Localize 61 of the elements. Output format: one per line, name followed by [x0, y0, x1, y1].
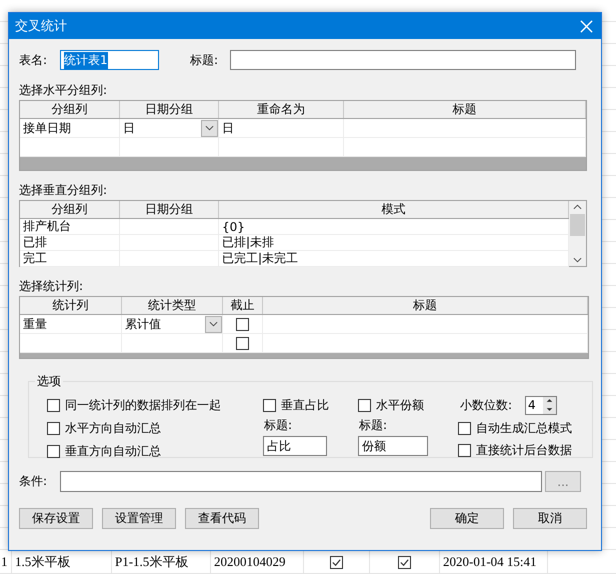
column-header: 分组列 [20, 101, 120, 118]
section-label: 选择统计列: [19, 279, 84, 293]
checkbox-option[interactable]: 水平方向自动汇总 [47, 420, 263, 437]
window-title: 交叉统计 [15, 18, 67, 35]
checkbox-option[interactable]: 垂直方向自动汇总 [47, 443, 263, 460]
selected-text: 统计表1 [64, 52, 108, 68]
title-field[interactable] [230, 50, 576, 70]
dialog-button[interactable]: 查看代码 [185, 508, 259, 529]
field-label: 标题: [190, 52, 220, 68]
checkbox[interactable] [236, 336, 249, 350]
checkbox-option[interactable]: 同一统计列的数据排列在一起 [47, 397, 263, 414]
scroll-up-icon[interactable] [573, 204, 582, 210]
checkbox[interactable] [236, 318, 249, 330]
dropdown-button[interactable] [205, 316, 222, 332]
dialog-button[interactable]: 设置管理 [102, 508, 176, 529]
table-cell: 接单日期 [20, 119, 120, 137]
chevron-down-icon [205, 125, 214, 131]
table-cell: 已排 [20, 235, 120, 250]
dialog-button[interactable]: 保存设置 [19, 508, 93, 529]
checkbox-option[interactable]: 直接统计后台数据 [458, 442, 572, 459]
chevron-down-icon [209, 321, 218, 327]
dialog-button[interactable]: 取消 [513, 508, 587, 529]
section-label: 选择垂直分组列: [19, 183, 108, 197]
scroll-thumb[interactable] [570, 214, 585, 236]
column-header: 分组列 [20, 201, 120, 218]
spin-box[interactable]: 4 [525, 396, 558, 414]
checkbox-option[interactable]: 自动生成汇总模式 [458, 420, 572, 437]
field-label: 标题: [264, 418, 294, 433]
section-label: 选择水平分组列: [19, 83, 108, 97]
column-header: 标题 [344, 101, 586, 118]
checkbox[interactable] [398, 556, 411, 568]
table-cell: 重量 [20, 315, 122, 333]
scrollbar[interactable] [569, 201, 586, 266]
column-header: 统计列 [20, 297, 122, 314]
table-cell: 累计值 [122, 315, 223, 333]
column-header: 重命名为 [219, 101, 344, 118]
group-legend: 选项 [35, 373, 63, 390]
column-header: 统计类型 [122, 297, 223, 314]
field-label: 标题: [359, 418, 388, 433]
column-header: 日期分组 [120, 201, 219, 218]
title-field[interactable]: 占比 [263, 436, 327, 456]
scroll-down-icon[interactable] [573, 257, 582, 263]
column-header: 标题 [263, 297, 588, 314]
dialog-button[interactable]: 确定 [430, 508, 504, 529]
field-label: 表名: [19, 52, 48, 68]
field-label: 条件: [19, 473, 48, 490]
dropdown-button[interactable] [201, 120, 218, 136]
column-header: 截止 [223, 297, 263, 314]
checkbox[interactable] [330, 556, 343, 568]
table-cell: 完工 [20, 251, 120, 266]
table-cell: 日 [219, 119, 344, 137]
close-icon[interactable] [580, 20, 593, 32]
table-name-field[interactable]: 统计表1 [60, 50, 159, 70]
checkbox-option[interactable]: 水平份额 [358, 397, 458, 414]
title-field[interactable]: 份额 [358, 436, 428, 456]
checkbox-option[interactable]: 垂直占比 [263, 397, 358, 414]
field-label: 小数位数: [460, 396, 512, 414]
table-cell: 日 [120, 119, 219, 137]
condition-field[interactable] [60, 471, 542, 492]
table-cell: 排产机台 [20, 219, 120, 234]
column-header: 日期分组 [120, 101, 219, 118]
